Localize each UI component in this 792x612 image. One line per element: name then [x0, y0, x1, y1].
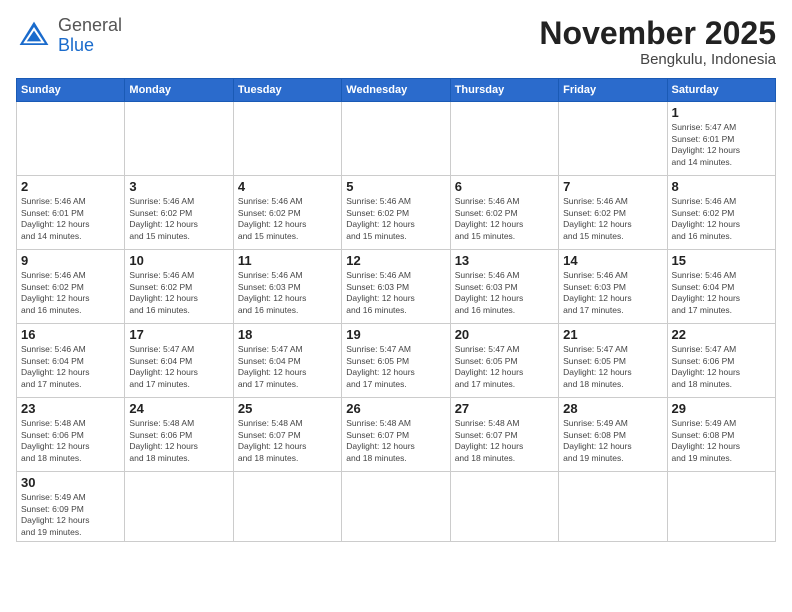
table-row: 9 Sunrise: 5:46 AMSunset: 6:02 PMDayligh… [17, 250, 776, 324]
empty-cell [233, 472, 341, 542]
table-row: 16 Sunrise: 5:46 AMSunset: 6:04 PMDaylig… [17, 324, 776, 398]
logo: General Blue [16, 16, 122, 56]
day-13: 13 Sunrise: 5:46 AMSunset: 6:03 PMDaylig… [450, 250, 558, 324]
header-friday: Friday [559, 79, 667, 102]
header-sunday: Sunday [17, 79, 125, 102]
day-8: 8 Sunrise: 5:46 AMSunset: 6:02 PMDayligh… [667, 176, 775, 250]
month-title: November 2025 [539, 16, 776, 51]
day-3: 3 Sunrise: 5:46 AMSunset: 6:02 PMDayligh… [125, 176, 233, 250]
day-20: 20 Sunrise: 5:47 AMSunset: 6:05 PMDaylig… [450, 324, 558, 398]
empty-cell [17, 102, 125, 176]
day-15: 15 Sunrise: 5:46 AMSunset: 6:04 PMDaylig… [667, 250, 775, 324]
day-6: 6 Sunrise: 5:46 AMSunset: 6:02 PMDayligh… [450, 176, 558, 250]
day-30: 30 Sunrise: 5:49 AMSunset: 6:09 PMDaylig… [17, 472, 125, 542]
calendar: Sunday Monday Tuesday Wednesday Thursday… [16, 78, 776, 542]
header-monday: Monday [125, 79, 233, 102]
day-28: 28 Sunrise: 5:49 AMSunset: 6:08 PMDaylig… [559, 398, 667, 472]
day-11: 11 Sunrise: 5:46 AMSunset: 6:03 PMDaylig… [233, 250, 341, 324]
table-row: 2 Sunrise: 5:46 AMSunset: 6:01 PMDayligh… [17, 176, 776, 250]
empty-cell [559, 472, 667, 542]
day-10: 10 Sunrise: 5:46 AMSunset: 6:02 PMDaylig… [125, 250, 233, 324]
day-4: 4 Sunrise: 5:46 AMSunset: 6:02 PMDayligh… [233, 176, 341, 250]
header-thursday: Thursday [450, 79, 558, 102]
title-block: November 2025 Bengkulu, Indonesia [539, 16, 776, 68]
header-wednesday: Wednesday [342, 79, 450, 102]
day-12: 12 Sunrise: 5:46 AMSunset: 6:03 PMDaylig… [342, 250, 450, 324]
table-row: 23 Sunrise: 5:48 AMSunset: 6:06 PMDaylig… [17, 398, 776, 472]
location: Bengkulu, Indonesia [539, 51, 776, 68]
day-23: 23 Sunrise: 5:48 AMSunset: 6:06 PMDaylig… [17, 398, 125, 472]
empty-cell [342, 472, 450, 542]
empty-cell [233, 102, 341, 176]
day-26: 26 Sunrise: 5:48 AMSunset: 6:07 PMDaylig… [342, 398, 450, 472]
empty-cell [125, 102, 233, 176]
day-19: 19 Sunrise: 5:47 AMSunset: 6:05 PMDaylig… [342, 324, 450, 398]
header-saturday: Saturday [667, 79, 775, 102]
day-9: 9 Sunrise: 5:46 AMSunset: 6:02 PMDayligh… [17, 250, 125, 324]
page: General Blue November 2025 Bengkulu, Ind… [0, 0, 792, 612]
logo-general: General [58, 15, 122, 35]
table-row: 30 Sunrise: 5:49 AMSunset: 6:09 PMDaylig… [17, 472, 776, 542]
day-18: 18 Sunrise: 5:47 AMSunset: 6:04 PMDaylig… [233, 324, 341, 398]
logo-text: General Blue [58, 16, 122, 56]
day-22: 22 Sunrise: 5:47 AMSunset: 6:06 PMDaylig… [667, 324, 775, 398]
day-29: 29 Sunrise: 5:49 AMSunset: 6:08 PMDaylig… [667, 398, 775, 472]
header-tuesday: Tuesday [233, 79, 341, 102]
day-1: 1 Sunrise: 5:47 AMSunset: 6:01 PMDayligh… [667, 102, 775, 176]
empty-cell [125, 472, 233, 542]
empty-cell [450, 472, 558, 542]
day-21: 21 Sunrise: 5:47 AMSunset: 6:05 PMDaylig… [559, 324, 667, 398]
empty-cell [559, 102, 667, 176]
day-17: 17 Sunrise: 5:47 AMSunset: 6:04 PMDaylig… [125, 324, 233, 398]
logo-blue: Blue [58, 35, 94, 55]
day-2: 2 Sunrise: 5:46 AMSunset: 6:01 PMDayligh… [17, 176, 125, 250]
empty-cell [667, 472, 775, 542]
day-27: 27 Sunrise: 5:48 AMSunset: 6:07 PMDaylig… [450, 398, 558, 472]
table-row: 1 Sunrise: 5:47 AMSunset: 6:01 PMDayligh… [17, 102, 776, 176]
day-16: 16 Sunrise: 5:46 AMSunset: 6:04 PMDaylig… [17, 324, 125, 398]
day-7: 7 Sunrise: 5:46 AMSunset: 6:02 PMDayligh… [559, 176, 667, 250]
weekday-header-row: Sunday Monday Tuesday Wednesday Thursday… [17, 79, 776, 102]
empty-cell [450, 102, 558, 176]
day-25: 25 Sunrise: 5:48 AMSunset: 6:07 PMDaylig… [233, 398, 341, 472]
logo-icon [16, 18, 52, 54]
empty-cell [342, 102, 450, 176]
header: General Blue November 2025 Bengkulu, Ind… [16, 16, 776, 68]
day-24: 24 Sunrise: 5:48 AMSunset: 6:06 PMDaylig… [125, 398, 233, 472]
day-14: 14 Sunrise: 5:46 AMSunset: 6:03 PMDaylig… [559, 250, 667, 324]
day-5: 5 Sunrise: 5:46 AMSunset: 6:02 PMDayligh… [342, 176, 450, 250]
